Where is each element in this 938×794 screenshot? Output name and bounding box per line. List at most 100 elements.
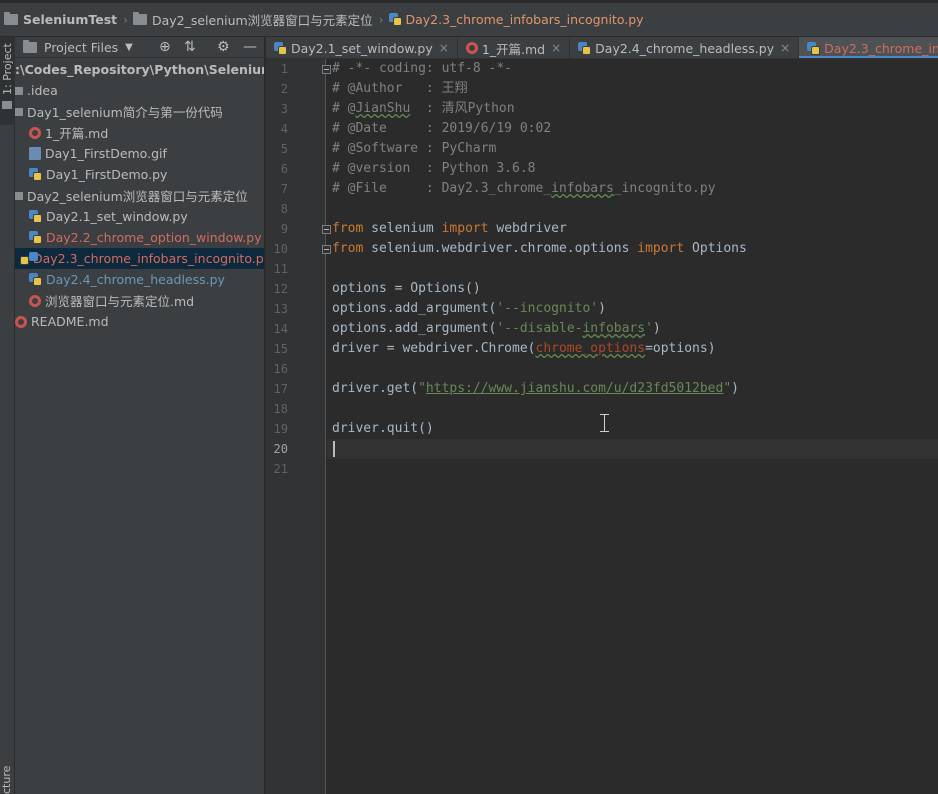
hide-panel-icon[interactable]: — xyxy=(243,39,257,55)
project-tool-button[interactable]: 1: Project xyxy=(0,37,15,125)
line-number: 14 xyxy=(273,322,288,336)
folder-icon xyxy=(132,12,147,25)
code-keyword: import xyxy=(637,241,685,256)
code-line-9: from selenium import webdriver xyxy=(332,219,567,239)
code-token: _incognito.py xyxy=(613,181,716,196)
code-editor[interactable]: 1 2 3 4 5 6 7 8 9 10 11 12 13 14 15 16 17 18 19 20 21 # -*- … xyxy=(266,59,938,794)
project-tree: :\Codes_Repository\Python\SeleniumTest .… xyxy=(15,58,264,332)
line-number: 5 xyxy=(280,142,288,156)
code-keyword: from xyxy=(332,241,364,256)
breadcrumb-folder-label: Day2_selenium浏览器窗口与元素定位 xyxy=(151,13,373,28)
line-number: 2 xyxy=(280,82,288,96)
markdown-icon xyxy=(465,42,478,54)
line-number: 9 xyxy=(280,222,288,236)
tree-item-label: Day2.1_set_window.py xyxy=(46,209,188,224)
tree-item-label: Day2.2_chrome_option_window.py xyxy=(46,230,262,245)
code-line-5: # @Software : PyCharm xyxy=(332,141,497,156)
collapse-all-icon[interactable]: ⇅ xyxy=(184,39,196,55)
navigation-bar: SeleniumTest › Day2_selenium浏览器窗口与元素定位 ›… xyxy=(0,0,938,37)
code-token: ) xyxy=(652,321,661,336)
image-file-icon xyxy=(29,147,41,160)
code-token: =options) xyxy=(645,341,716,356)
code-string: infobars xyxy=(582,321,646,336)
code-string: " xyxy=(723,381,732,396)
code-token: webdriver xyxy=(488,221,567,236)
breadcrumb-project[interactable]: SeleniumTest xyxy=(4,12,117,27)
tree-item-idea[interactable]: .idea xyxy=(15,80,264,101)
code-token: : 清风Python xyxy=(410,101,515,116)
fold-toggle-icon[interactable] xyxy=(322,245,331,254)
python-file-icon xyxy=(388,13,402,26)
code-line-4: # @Date : 2019/6/19 0:02 xyxy=(332,121,552,136)
code-line-7: # @File : Day2.3_chrome_infobars_incogni… xyxy=(332,179,716,199)
breadcrumb-project-label: SeleniumTest xyxy=(23,12,118,27)
line-number: 11 xyxy=(273,262,288,276)
tree-item-label: Day1_FirstDemo.gif xyxy=(45,146,167,161)
chevron-down-icon[interactable]: ▼ xyxy=(125,42,133,53)
tab-chrome-infobars-incognito[interactable]: Day2.3_chrome_infobars_i xyxy=(799,37,938,58)
tree-item-readme-md[interactable]: README.md xyxy=(15,311,264,332)
close-icon[interactable]: × xyxy=(439,41,449,55)
folder-icon xyxy=(15,107,23,116)
tab-kaipian-md[interactable]: 1_开篇.md × xyxy=(458,37,571,58)
fold-toggle-icon[interactable] xyxy=(322,65,331,74)
tree-item-label: .idea xyxy=(27,83,58,98)
tree-item-root[interactable]: :\Codes_Repository\Python\SeleniumTest xyxy=(15,59,264,80)
breadcrumb-file[interactable]: Day2.3_chrome_infobars_incognito.py xyxy=(388,12,644,27)
code-line-14: options.add_argument('--disable-infobars… xyxy=(332,319,661,339)
python-file-icon xyxy=(274,41,287,55)
line-number: 6 xyxy=(280,162,288,176)
close-icon[interactable]: × xyxy=(551,41,561,55)
tree-item-label: 浏览器窗口与元素定位.md xyxy=(45,294,195,309)
code-token: selenium xyxy=(363,221,442,236)
tab-label: Day2.4_chrome_headless.py xyxy=(595,40,775,56)
text-caret xyxy=(333,441,335,457)
breadcrumb-folder[interactable]: Day2_selenium浏览器窗口与元素定位 xyxy=(132,10,373,29)
tree-item-chrome-infobars-incognito-py[interactable]: Day2.3_chrome_infobars_incognito.py xyxy=(15,248,264,269)
code-string: " xyxy=(418,381,426,396)
fold-toggle-icon[interactable] xyxy=(322,225,331,234)
code-token: driver = webdriver.Chrome( xyxy=(332,341,536,356)
code-token: # @ xyxy=(332,101,356,116)
project-view-selector[interactable]: Project Files xyxy=(44,40,118,55)
project-tool-icon xyxy=(2,101,12,109)
tree-item-firstdemo-gif[interactable]: Day1_FirstDemo.gif xyxy=(15,143,264,164)
tree-item-firstdemo-py[interactable]: Day1_FirstDemo.py xyxy=(15,164,264,185)
tree-item-kaipian-md[interactable]: 1_开篇.md xyxy=(15,122,264,143)
code-string: ' xyxy=(645,321,653,336)
code-line-13: options.add_argument('--incognito') xyxy=(332,299,606,319)
tree-item-day1-folder[interactable]: Day1_selenium简介与第一份代码 xyxy=(15,101,264,122)
editor-tab-bar: Day2.1_set_window.py × 1_开篇.md × Day2.4_… xyxy=(266,37,938,59)
close-icon[interactable]: × xyxy=(780,41,790,55)
locate-file-icon[interactable]: ⊕ xyxy=(159,39,171,55)
project-panel: Project Files ▼ ⊕ ⇅ ⚙ — :\Codes_Reposito… xyxy=(15,37,265,794)
gear-icon[interactable]: ⚙ xyxy=(217,39,230,55)
line-number: 12 xyxy=(273,282,288,296)
code-token: options.add_argument( xyxy=(332,321,497,336)
breadcrumb-separator-icon: › xyxy=(378,12,384,27)
tree-item-chrome-option-window-py[interactable]: Day2.2_chrome_option_window.py xyxy=(15,227,264,248)
code-token: options.add_argument( xyxy=(332,301,497,316)
line-number: 21 xyxy=(273,462,288,476)
code-token: ) xyxy=(731,381,739,396)
line-number: 1 xyxy=(280,62,288,76)
line-number: 20 xyxy=(273,442,288,456)
folder-icon xyxy=(15,86,23,95)
python-file-icon xyxy=(29,210,42,223)
code-url-link[interactable]: https://www.jianshu.com/u/d23fd5012bed xyxy=(426,381,723,396)
tree-item-browser-window-md[interactable]: 浏览器窗口与元素定位.md xyxy=(15,290,264,311)
tree-item-label: Day2_selenium浏览器窗口与元素定位 xyxy=(27,189,248,204)
code-token: driver.get( xyxy=(332,381,419,396)
code-param: chrome_options xyxy=(535,341,646,356)
tab-chrome-headless[interactable]: Day2.4_chrome_headless.py × xyxy=(570,37,800,58)
structure-tool-label[interactable]: cture xyxy=(0,766,13,794)
code-string: '--disable- xyxy=(496,321,583,336)
python-file-icon xyxy=(578,41,592,55)
code-line-12: options = Options() xyxy=(332,281,481,296)
tree-item-chrome-headless-py[interactable]: Day2.4_chrome_headless.py xyxy=(15,269,264,290)
tab-set-window[interactable]: Day2.1_set_window.py × xyxy=(266,37,458,58)
current-line-highlight xyxy=(327,439,938,459)
code-keyword: from xyxy=(332,221,364,236)
tree-item-day2-folder[interactable]: Day2_selenium浏览器窗口与元素定位 xyxy=(15,185,264,206)
tree-item-set-window-py[interactable]: Day2.1_set_window.py xyxy=(15,206,264,227)
